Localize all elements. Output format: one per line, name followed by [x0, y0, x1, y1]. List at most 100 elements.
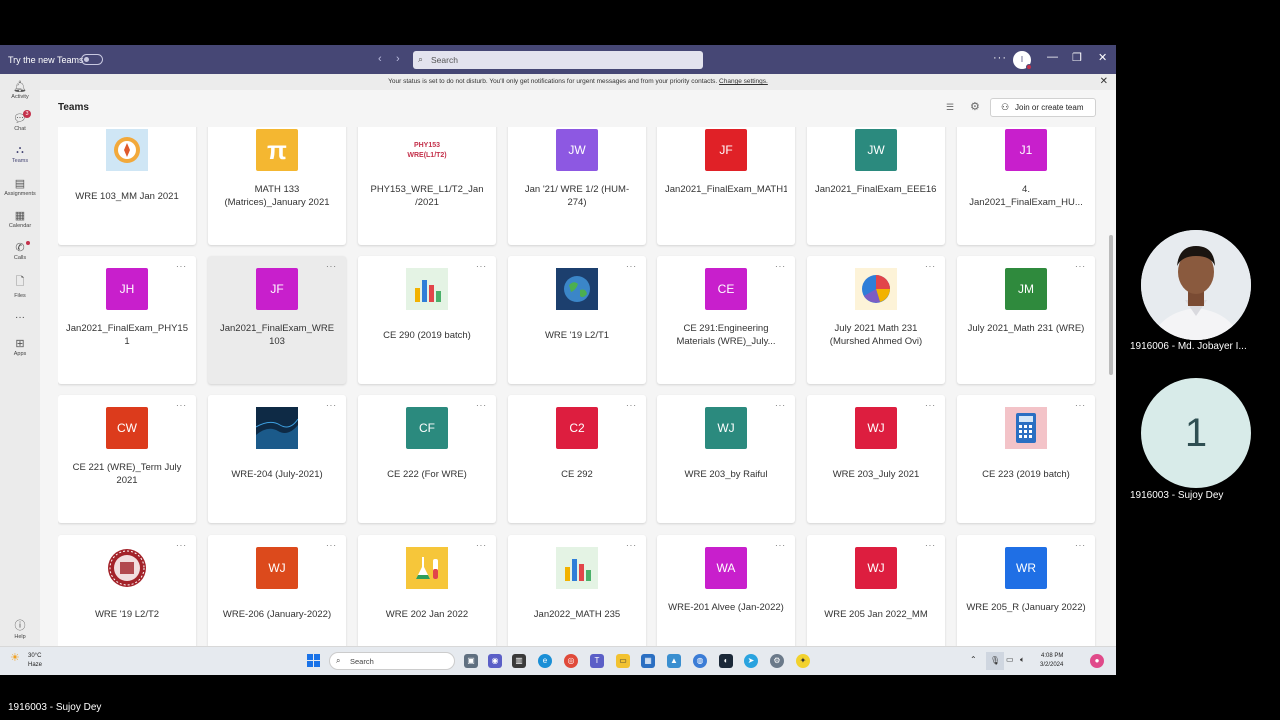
more-options-icon[interactable]: ··· [626, 262, 637, 271]
taskbar-search[interactable]: ⌕ Search [329, 652, 455, 670]
volume-icon[interactable]: 🔈︎ [1020, 655, 1025, 665]
more-options-icon[interactable]: ··· [1075, 401, 1086, 410]
more-options-icon[interactable]: ··· [1075, 541, 1086, 550]
steam-icon[interactable]: ◐ [719, 654, 733, 668]
network-icon[interactable]: ▭ [1006, 655, 1014, 664]
team-card[interactable]: ··· C2 CE 292 [508, 395, 646, 523]
rail-item-assignments[interactable]: ▤ Assignments [0, 177, 40, 197]
minimize-icon[interactable]: — [1047, 51, 1058, 63]
team-card[interactable]: JF Jan2021_FinalExam_MATH133 [657, 127, 795, 245]
team-name: WRE 103_MM Jan 2021 [75, 191, 179, 202]
team-card[interactable]: ··· WJ WRE 203_by Raiful [657, 395, 795, 523]
task-view-icon[interactable]: ▣ [464, 654, 478, 668]
scrollbar[interactable] [1109, 235, 1113, 375]
weather-widget[interactable]: ☀ 30°C Haze [10, 652, 42, 670]
more-options-icon[interactable]: ··· [476, 541, 487, 550]
team-card[interactable]: JW Jan '21/ WRE 1/2 (HUM-274) [508, 127, 646, 245]
more-options-icon[interactable]: ··· [476, 262, 487, 271]
team-card[interactable]: ··· CE 223 (2019 batch) [957, 395, 1095, 523]
team-card[interactable]: ··· CE 290 (2019 batch) [358, 256, 496, 384]
team-card[interactable]: ··· JH Jan2021_FinalExam_PHY153_Hall-1 [58, 256, 196, 384]
rail-item-calls[interactable]: ✆ Calls [0, 241, 40, 261]
banner-close-icon[interactable]: ✕ [1100, 74, 1108, 90]
more-options-icon[interactable]: ··· [1075, 262, 1086, 271]
more-options-icon[interactable]: ··· [476, 401, 487, 410]
team-card[interactable]: ··· WRE '19 L2/T1 [508, 256, 646, 384]
file-explorer-icon[interactable]: ▭ [616, 654, 630, 668]
restore-icon[interactable]: ❐ [1072, 51, 1082, 64]
more-options-icon[interactable]: ··· [176, 262, 187, 271]
search-input[interactable]: ⌕ Search [413, 51, 703, 69]
rail-item-files[interactable]: 🗋 Files [0, 273, 40, 299]
team-card[interactable]: ··· CE CE 291:Engineering Materials (WRE)_… [657, 256, 795, 384]
change-settings-link[interactable]: Change settings. [719, 78, 768, 85]
team-card[interactable]: ··· CW CE 221 (WRE)_Term July 2021 [58, 395, 196, 523]
forward-arrow-icon[interactable]: › [396, 53, 400, 65]
telegram-icon[interactable]: ➤ [744, 654, 758, 668]
rail-item-activity[interactable]: 🔔︎ Activity [0, 80, 40, 100]
team-card[interactable]: π MATH 133 (Matrices)_January 2021 [208, 127, 346, 245]
close-icon[interactable]: ✕ [1098, 51, 1107, 64]
team-card[interactable]: ··· July 2021 Math 231 (Murshed Ahmed Ovi… [807, 256, 945, 384]
team-card[interactable]: ··· WA WRE-201 Alvee (Jan-2022) [657, 535, 795, 646]
team-card[interactable]: WRE 103_MM Jan 2021 [58, 127, 196, 245]
team-card[interactable]: ··· WRE-204 (July-2021) [208, 395, 346, 523]
gear-icon[interactable]: ⚙ [970, 100, 980, 113]
more-options-icon[interactable]: ··· [925, 262, 936, 271]
team-card[interactable]: ··· JF Jan2021_FinalExam_WRE 103 [208, 256, 346, 384]
more-options-icon[interactable]: ··· [925, 541, 936, 550]
settings-icon[interactable]: ⚙ [770, 654, 784, 668]
app-icon[interactable]: ◍ [693, 654, 707, 668]
try-new-teams-toggle[interactable] [81, 54, 103, 65]
team-card[interactable]: ··· WJ WRE-206 (January-2022) [208, 535, 346, 646]
teams-taskbar-icon[interactable]: T [590, 654, 604, 668]
team-card[interactable]: ··· WRE '19 L2/T2 [58, 535, 196, 646]
more-options-icon[interactable]: ··· [176, 401, 187, 410]
rail-item-calendar[interactable]: ▦ Calendar [0, 209, 40, 229]
team-card[interactable]: ··· CF CE 222 (For WRE) [358, 395, 496, 523]
start-button[interactable] [307, 654, 321, 668]
team-card[interactable]: ··· WJ WRE 205 Jan 2022_MM [807, 535, 945, 646]
edge-icon[interactable]: e [538, 654, 552, 668]
more-options-icon[interactable]: ··· [626, 541, 637, 550]
rail-item-apps[interactable]: ⊞ Apps [0, 337, 40, 357]
tray-chevron-icon[interactable]: ⌃ [970, 655, 977, 664]
more-options-icon[interactable]: ··· [993, 52, 1007, 64]
join-or-create-team-button[interactable]: ⚇ Join or create team [990, 98, 1096, 117]
teams-icon: ⛬ [16, 144, 24, 156]
more-options-icon[interactable]: ··· [626, 401, 637, 410]
photos-icon[interactable]: ▲ [667, 654, 681, 668]
more-options-icon[interactable]: ··· [326, 541, 337, 550]
more-options-icon[interactable]: ··· [326, 262, 337, 271]
chrome-icon[interactable]: ◎ [564, 654, 578, 668]
more-options-icon[interactable]: ··· [775, 401, 786, 410]
team-card[interactable]: J1 4. Jan2021_FinalExam_HU... [957, 127, 1095, 245]
team-card[interactable]: ··· WJ WRE 203_July 2021 [807, 395, 945, 523]
more-options-icon[interactable]: ··· [176, 541, 187, 550]
microphone-icon[interactable]: 🎙︎ [986, 652, 1005, 670]
team-card[interactable]: PHY153 WRE(L1/T2) PHY153_WRE_L1/T2_Jan /2… [358, 127, 496, 245]
rail-item-chat[interactable]: 💬︎ 3 Chat [0, 110, 40, 132]
team-name: Jan2021_FinalExam_MATH133 [665, 184, 787, 195]
back-arrow-icon[interactable]: ‹ [378, 53, 382, 65]
team-card[interactable]: ··· WRE 202 Jan 2022 [358, 535, 496, 646]
rail-item-teams[interactable]: ⛬ Teams [0, 144, 40, 164]
more-options-icon[interactable]: ··· [775, 262, 786, 271]
filter-icon[interactable]: ☰ [946, 102, 954, 113]
widgets-icon[interactable]: ▥ [512, 654, 526, 668]
team-card[interactable]: ··· WR WRE 205_R (January 2022) [957, 535, 1095, 646]
team-card[interactable]: JW Jan2021_FinalExam_EEE165(WRE) [807, 127, 945, 245]
more-options-icon[interactable]: ··· [326, 401, 337, 410]
more-options-icon[interactable]: ··· [925, 401, 936, 410]
team-card[interactable]: ··· Jan2022_MATH 235 [508, 535, 646, 646]
rail-item-more[interactable]: ··· [0, 312, 40, 323]
more-options-icon[interactable]: ··· [775, 541, 786, 550]
clock[interactable]: 4:08 PM 3/2/2024 [1040, 652, 1063, 670]
store-icon[interactable]: ▦ [641, 654, 655, 668]
notification-icon[interactable]: ● [1090, 654, 1104, 668]
tips-icon[interactable]: ✦ [796, 654, 810, 668]
rail-item-help[interactable]: ⓘ Help [0, 617, 40, 640]
meet-icon[interactable]: ◉ [488, 654, 502, 668]
profile-avatar[interactable]: I [1013, 51, 1032, 70]
team-card[interactable]: ··· JM July 2021_Math 231 (WRE) [957, 256, 1095, 384]
